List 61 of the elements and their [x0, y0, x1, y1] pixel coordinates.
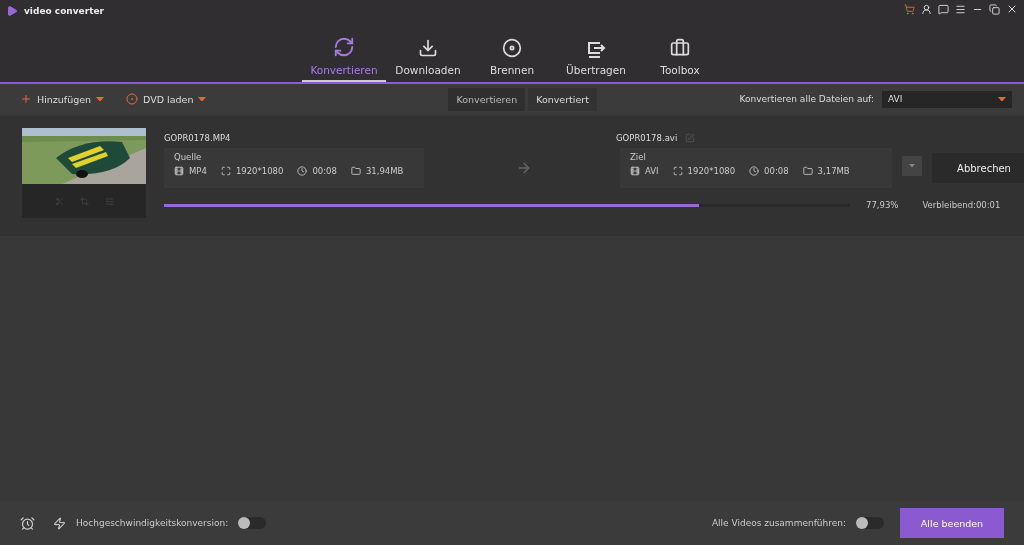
- speed-label: Hochgeschwindigkeitskonversion:: [76, 518, 229, 528]
- speed-toggle[interactable]: [238, 517, 267, 529]
- nav-tab[interactable]: Konvertieren: [302, 20, 386, 82]
- finish-all-button[interactable]: Alle beenden: [900, 508, 1004, 538]
- caret-icon: [909, 164, 915, 168]
- lightning-icon: [53, 516, 66, 530]
- chat-icon[interactable]: [938, 3, 949, 15]
- caret-icon: [198, 96, 207, 102]
- dvd-button[interactable]: DVD laden: [126, 93, 207, 105]
- close-icon[interactable]: [1006, 3, 1018, 15]
- progress-percent: 77,93%: [866, 200, 899, 210]
- resolution-icon: [672, 166, 683, 176]
- source-heading: Quelle: [174, 152, 203, 162]
- target-filename: GOPR0178.avi: [616, 133, 678, 143]
- user-icon[interactable]: [921, 3, 932, 15]
- caret-icon: [96, 96, 105, 102]
- nav-tab[interactable]: Brennen: [470, 20, 554, 82]
- nav-tab[interactable]: Übertragen: [554, 20, 638, 82]
- caret-icon: [998, 96, 1006, 102]
- remaining-time: Verbleibend:00:01: [922, 200, 1001, 210]
- nav-tab[interactable]: Downloaden: [386, 20, 470, 82]
- format-text: AVI: [645, 166, 659, 176]
- resolution-text: 1920*1080: [687, 166, 736, 176]
- plus-icon: [20, 93, 32, 105]
- merge-toggle[interactable]: [856, 517, 884, 529]
- sub-tab[interactable]: Konvertiert: [528, 87, 597, 111]
- convert-icon: [333, 36, 355, 58]
- duration-text: 00:08: [764, 166, 789, 176]
- film-icon: [630, 166, 640, 176]
- restore-icon[interactable]: [989, 3, 1000, 15]
- output-label: Konvertieren alle Dateien auf:: [739, 94, 874, 104]
- resolution-icon: [220, 166, 231, 176]
- target-heading: Ziel: [630, 152, 647, 162]
- nav-tab[interactable]: Toolbox: [638, 20, 722, 82]
- merge-label: Alle Videos zusammenführen:: [711, 518, 846, 528]
- logo-icon: [6, 5, 18, 17]
- disc-icon: [126, 93, 139, 105]
- clock-icon: [297, 166, 308, 176]
- alarm-icon[interactable]: [20, 515, 35, 531]
- size-text: 31,94MB: [365, 166, 404, 176]
- cart-icon[interactable]: [904, 3, 915, 15]
- download-icon: [418, 38, 438, 58]
- format-text: MP4: [189, 166, 207, 176]
- size-text: 3,17MB: [817, 166, 850, 176]
- film-icon: [174, 166, 184, 176]
- duration-text: 00:08: [312, 166, 337, 176]
- sub-tab[interactable]: Konvertieren: [448, 87, 526, 111]
- clock-icon: [749, 166, 760, 176]
- folder-icon: [350, 166, 361, 176]
- menu-icon[interactable]: [955, 3, 966, 15]
- transfer-icon: [586, 40, 606, 58]
- resolution-text: 1920*1080: [235, 166, 284, 176]
- cancel-button[interactable]: Abbrechen: [932, 153, 1024, 183]
- folder-icon: [802, 166, 813, 176]
- sliders-icon[interactable]: [104, 196, 114, 206]
- toolbox-icon: [670, 38, 690, 58]
- app-title: video converter: [24, 6, 104, 16]
- disc-icon: [502, 38, 522, 58]
- add-button[interactable]: Hinzufügen: [20, 93, 105, 105]
- source-filename: GOPR0178.MP4: [164, 133, 232, 143]
- format-dropdown[interactable]: AVI: [882, 90, 1012, 108]
